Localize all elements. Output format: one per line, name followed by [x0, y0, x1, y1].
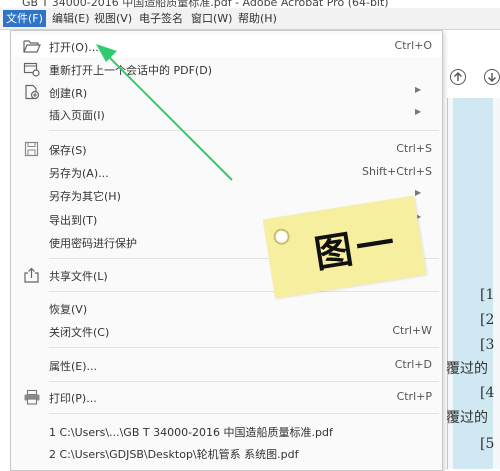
sticker-dot-icon [272, 227, 291, 246]
annotation-label: 图一 [311, 219, 402, 277]
annotation-arrow [96, 44, 233, 181]
